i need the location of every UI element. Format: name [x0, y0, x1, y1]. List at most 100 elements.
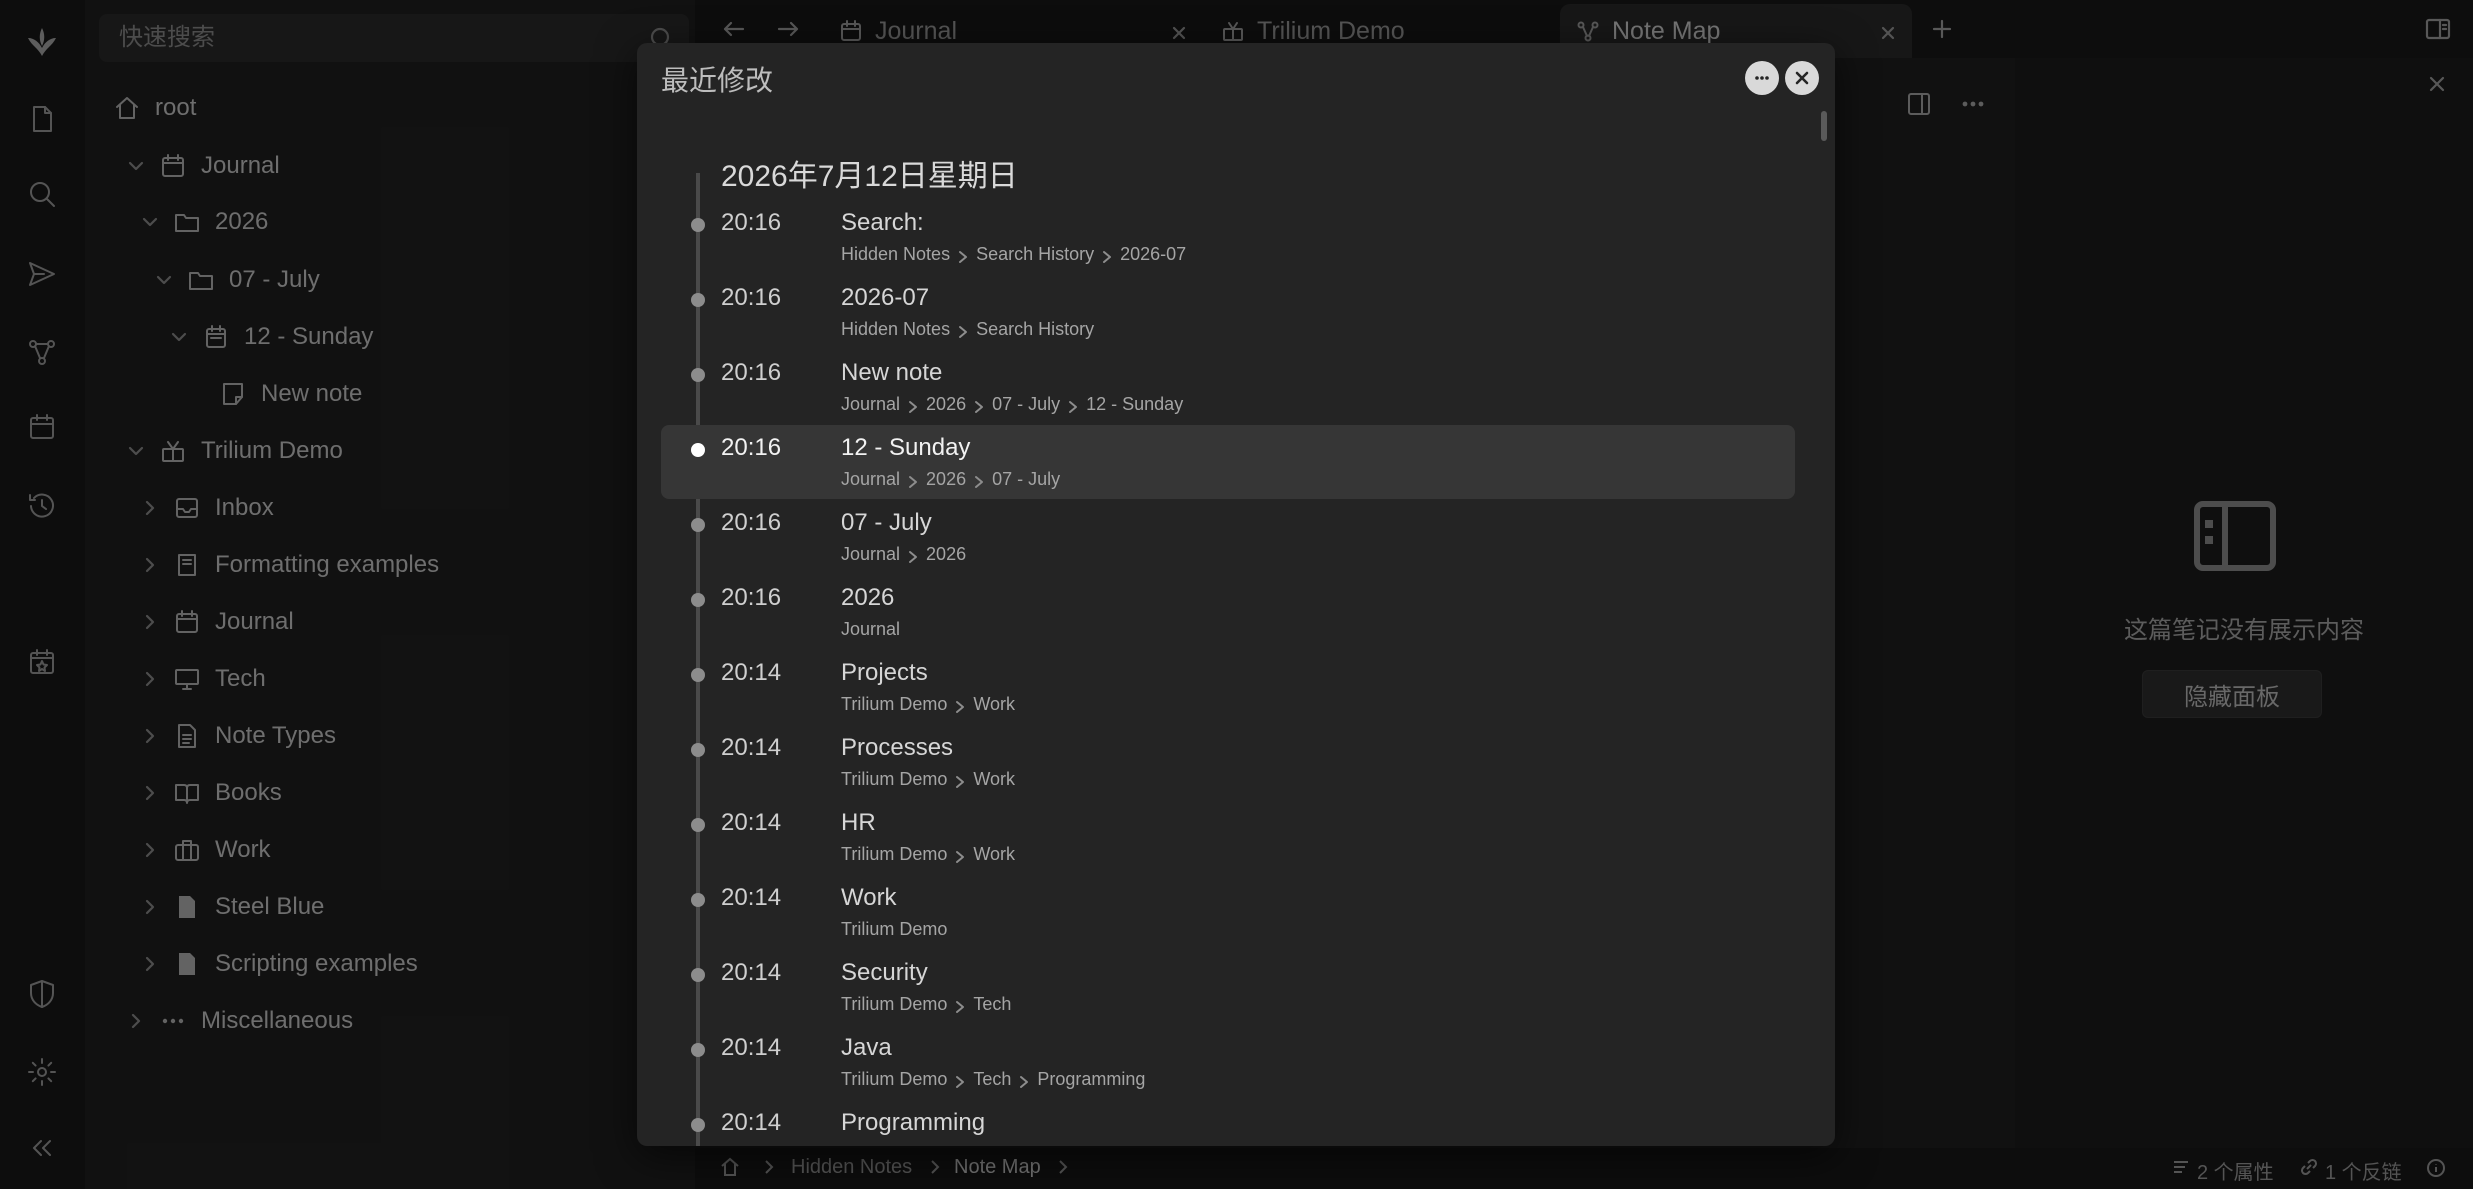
timeline-dot — [691, 443, 705, 457]
entry-title-link[interactable]: 07 - July — [841, 509, 932, 537]
timeline-entry[interactable]: 20:14 Work Trilium Demo — [661, 875, 1795, 949]
chevron-right-icon — [956, 323, 970, 338]
timeline-dot — [691, 293, 705, 307]
entry-title-link[interactable]: Security — [841, 959, 928, 987]
entry-title-link[interactable]: Programming — [841, 1109, 985, 1137]
entry-path-segment[interactable]: Tech — [973, 994, 1011, 1015]
timeline-entry[interactable]: 20:14 HR Trilium Demo Work — [661, 800, 1795, 874]
chevron-right-icon — [1100, 248, 1114, 263]
entry-title-link[interactable]: Search: — [841, 209, 924, 237]
entry-path-segment[interactable]: Journal — [841, 469, 900, 490]
entry-path-segment[interactable]: Journal — [841, 619, 900, 640]
timeline-dot — [691, 368, 705, 382]
entry-path-segment[interactable]: 2026 — [926, 469, 966, 490]
entry-path: Hidden Notes Search History 2026-07 — [841, 244, 1186, 265]
entry-path: Journal — [841, 619, 900, 640]
chevron-right-icon — [906, 398, 920, 413]
entry-path-segment[interactable]: Trilium Demo — [841, 994, 947, 1015]
dialog-scrollbar[interactable] — [1821, 111, 1827, 141]
timeline-dot — [691, 893, 705, 907]
entry-path-segment[interactable]: Trilium Demo — [841, 694, 947, 715]
chevron-right-icon — [953, 848, 967, 863]
dots-icon — [1755, 76, 1769, 80]
entry-path-segment[interactable]: Work — [973, 694, 1015, 715]
chevron-right-icon — [956, 248, 970, 263]
timeline-dot — [691, 593, 705, 607]
entry-path-segment[interactable]: 2026 — [926, 394, 966, 415]
timeline-entry[interactable]: 20:16 07 - July Journal 2026 — [661, 500, 1795, 574]
entry-path-segment[interactable]: Trilium Demo — [841, 769, 947, 790]
timeline-entry[interactable]: 20:14 Projects Trilium Demo Work — [661, 650, 1795, 724]
entry-path-segment[interactable]: 12 - Sunday — [1086, 394, 1183, 415]
entry-path-segment[interactable]: Work — [973, 844, 1015, 865]
chevron-right-icon — [953, 1073, 967, 1088]
timeline-entry[interactable]: 20:16 New note Journal 2026 07 - July 12 - Su… — [661, 350, 1795, 424]
timeline-entry[interactable]: 20:16 Search: Hidden Notes Search History 20… — [661, 200, 1795, 274]
entry-path-segment[interactable]: Trilium Demo — [841, 1069, 947, 1090]
timeline-dot — [691, 818, 705, 832]
entry-path: Journal 2026 07 - July — [841, 469, 1060, 490]
close-icon — [1795, 71, 1809, 85]
chevron-right-icon — [953, 773, 967, 788]
entry-time: 20:14 — [721, 1109, 782, 1136]
entry-path-segment[interactable]: Trilium Demo — [841, 919, 947, 940]
entry-path-segment[interactable]: Tech — [973, 1069, 1011, 1090]
recent-changes-dialog: 最近修改 2026年7月12日星期日 20:16 Search: Hidden No… — [637, 43, 1835, 1146]
chevron-right-icon — [906, 473, 920, 488]
entry-path: Trilium Demo — [841, 919, 947, 940]
entry-title-link[interactable]: 2026 — [841, 584, 894, 612]
entry-path-segment[interactable]: Work — [973, 769, 1015, 790]
timeline-entry[interactable]: 20:14 Java Trilium Demo Tech Programming — [661, 1025, 1795, 1099]
timeline-entry[interactable]: 20:16 12 - Sunday Journal 2026 07 - July — [661, 425, 1795, 499]
entry-title-link[interactable]: New note — [841, 359, 942, 387]
entry-time: 20:14 — [721, 884, 782, 911]
chevron-right-icon — [953, 998, 967, 1013]
entry-time: 20:14 — [721, 1034, 782, 1061]
entry-path-segment[interactable]: Trilium Demo — [841, 844, 947, 865]
entry-path-segment[interactable]: Programming — [1037, 1069, 1145, 1090]
timeline-dot — [691, 1043, 705, 1057]
entry-path-segment[interactable]: 07 - July — [992, 469, 1060, 490]
entry-path: Trilium Demo Tech — [841, 994, 1011, 1015]
chevron-right-icon — [906, 548, 920, 563]
entry-path-segment[interactable]: Search History — [976, 244, 1094, 265]
entry-path-segment[interactable]: Journal — [841, 394, 900, 415]
entry-path: Journal 2026 07 - July 12 - Sunday — [841, 394, 1183, 415]
timeline-entry[interactable]: 20:14 Programming — [661, 1100, 1795, 1146]
dialog-options-button[interactable] — [1745, 61, 1779, 95]
timeline-dot — [691, 968, 705, 982]
entry-path-segment[interactable]: Hidden Notes — [841, 319, 950, 340]
entry-title-link[interactable]: Work — [841, 884, 897, 912]
timeline-entry[interactable]: 20:14 Processes Trilium Demo Work — [661, 725, 1795, 799]
entry-path: Hidden Notes Search History — [841, 319, 1094, 340]
timeline-entry[interactable]: 20:16 2026-07 Hidden Notes Search History — [661, 275, 1795, 349]
entry-path-segment[interactable]: 07 - July — [992, 394, 1060, 415]
timeline-entry[interactable]: 20:14 Security Trilium Demo Tech — [661, 950, 1795, 1024]
entry-title-link[interactable]: HR — [841, 809, 876, 837]
entry-path-segment[interactable]: 2026-07 — [1120, 244, 1186, 265]
entry-title-link[interactable]: Java — [841, 1034, 892, 1062]
entry-title-link[interactable]: Processes — [841, 734, 953, 762]
entry-title-link[interactable]: 2026-07 — [841, 284, 929, 312]
entry-path: Trilium Demo Work — [841, 694, 1015, 715]
dialog-close-button[interactable] — [1785, 61, 1819, 95]
entry-path: Trilium Demo Work — [841, 769, 1015, 790]
entry-path-segment[interactable]: Hidden Notes — [841, 244, 950, 265]
entry-path-segment[interactable]: 2026 — [926, 544, 966, 565]
entry-path-segment[interactable]: Journal — [841, 544, 900, 565]
entry-time: 20:14 — [721, 959, 782, 986]
entry-time: 20:16 — [721, 359, 782, 386]
timeline-dot — [691, 743, 705, 757]
dialog-title: 最近修改 — [661, 65, 774, 96]
chevron-right-icon — [972, 398, 986, 413]
timeline-date-heading: 2026年7月12日星期日 — [721, 160, 1018, 193]
entry-time: 20:16 — [721, 584, 782, 611]
entry-path: Journal 2026 — [841, 544, 966, 565]
entry-title-link[interactable]: 12 - Sunday — [841, 434, 970, 462]
entry-time: 20:14 — [721, 809, 782, 836]
entry-time: 20:16 — [721, 509, 782, 536]
entry-time: 20:16 — [721, 284, 782, 311]
entry-path-segment[interactable]: Search History — [976, 319, 1094, 340]
entry-title-link[interactable]: Projects — [841, 659, 928, 687]
timeline-entry[interactable]: 20:16 2026 Journal — [661, 575, 1795, 649]
